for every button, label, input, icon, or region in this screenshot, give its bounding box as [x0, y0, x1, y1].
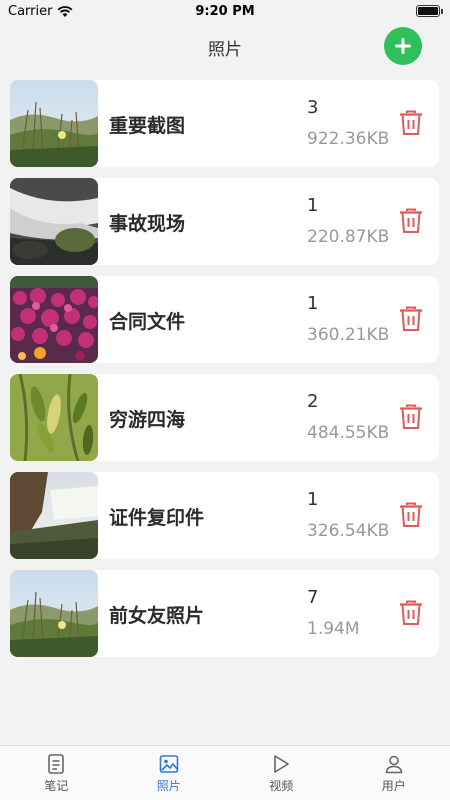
clock: 9:20 PM — [195, 4, 255, 19]
delete-button[interactable] — [396, 402, 426, 432]
battery-icon — [416, 5, 443, 17]
notes-icon — [48, 754, 65, 774]
trash-icon — [400, 600, 422, 625]
album-size: 1.94M — [307, 619, 360, 639]
album-thumbnail — [10, 178, 98, 265]
photo-icon — [159, 755, 179, 773]
trash-icon — [400, 208, 422, 233]
album-name: 前女友照片 — [109, 605, 205, 627]
album-size: 360.21KB — [307, 325, 390, 345]
album-name: 证件复印件 — [109, 507, 205, 529]
tab-videos[interactable]: 视频 — [225, 746, 338, 800]
photo-count: 1 — [307, 293, 319, 314]
tab-photos[interactable]: 照片 — [113, 746, 226, 800]
nav-bar: 照片 — [0, 24, 450, 70]
add-album-button[interactable] — [384, 27, 422, 65]
album-size: 922.36KB — [307, 129, 390, 149]
tab-bar: 笔记 照片 视频 用户 — [0, 745, 450, 800]
album-thumbnail — [10, 276, 98, 363]
tab-label: 用户 — [381, 779, 406, 793]
tab-label: 笔记 — [44, 779, 69, 793]
page-title: 照片 — [208, 40, 242, 60]
album-card[interactable]: 穷游四海 2 484.55KB — [10, 374, 439, 461]
album-list: 重要截图 3 922.36KB 事故现场 1 220.87KB 合同文件 1 3… — [10, 80, 439, 668]
play-icon — [274, 755, 290, 773]
album-thumbnail — [10, 570, 98, 657]
album-size: 326.54KB — [307, 521, 390, 541]
tab-label: 照片 — [156, 779, 181, 793]
tab-user[interactable]: 用户 — [338, 746, 450, 800]
user-icon — [385, 755, 403, 774]
album-thumbnail — [10, 374, 98, 461]
album-card[interactable]: 合同文件 1 360.21KB — [10, 276, 439, 363]
photo-count: 1 — [307, 489, 319, 510]
album-name: 重要截图 — [109, 115, 186, 137]
album-size: 484.55KB — [307, 423, 390, 443]
trash-icon — [400, 110, 422, 135]
photo-count: 1 — [307, 195, 319, 216]
delete-button[interactable] — [396, 500, 426, 530]
status-bar: Carrier 9:20 PM — [0, 0, 450, 24]
tab-notes[interactable]: 笔记 — [0, 746, 113, 800]
album-thumbnail — [10, 472, 98, 559]
delete-button[interactable] — [396, 304, 426, 334]
album-card[interactable]: 证件复印件 1 326.54KB — [10, 472, 439, 559]
trash-icon — [400, 502, 422, 527]
album-name: 合同文件 — [109, 311, 186, 333]
album-name: 事故现场 — [109, 213, 186, 235]
trash-icon — [400, 306, 422, 331]
album-card[interactable]: 前女友照片 7 1.94M — [10, 570, 439, 657]
trash-icon — [400, 404, 422, 429]
album-size: 220.87KB — [307, 227, 390, 247]
delete-button[interactable] — [396, 598, 426, 628]
album-card[interactable]: 事故现场 1 220.87KB — [10, 178, 439, 265]
photo-count: 3 — [307, 97, 319, 118]
album-thumbnail — [10, 80, 98, 167]
album-card[interactable]: 重要截图 3 922.36KB — [10, 80, 439, 167]
delete-button[interactable] — [396, 108, 426, 138]
plus-icon — [395, 38, 411, 54]
album-name: 穷游四海 — [109, 409, 186, 431]
photo-count: 7 — [307, 587, 319, 608]
tab-label: 视频 — [269, 779, 294, 793]
delete-button[interactable] — [396, 206, 426, 236]
photo-count: 2 — [307, 391, 319, 412]
